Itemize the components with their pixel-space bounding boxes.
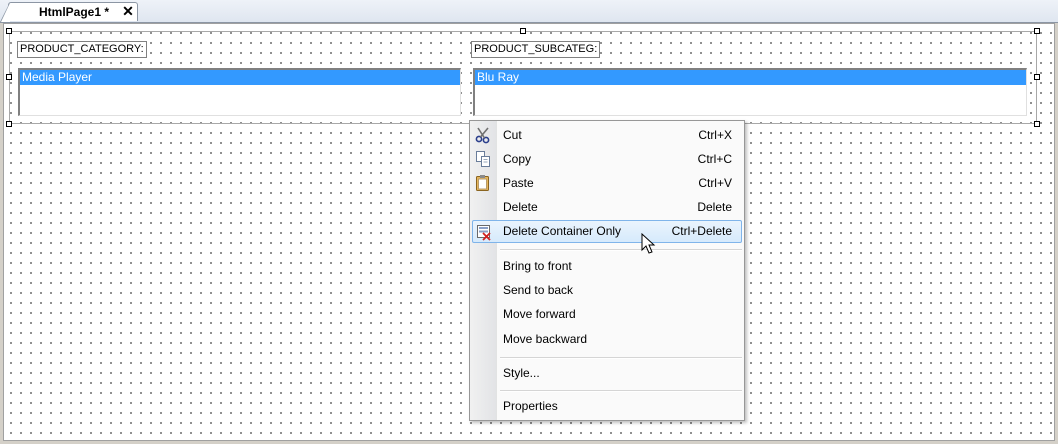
menu-item-delete[interactable]: Delete Delete <box>472 196 742 219</box>
resize-handle-bottom-left[interactable] <box>6 121 12 127</box>
menu-item-style[interactable]: Style... <box>472 362 742 385</box>
menu-item-cut[interactable]: Cut Ctrl+X <box>472 124 742 147</box>
menu-item-paste[interactable]: Paste Ctrl+V <box>472 172 742 195</box>
product-subcategory-listbox[interactable]: Blu Ray <box>473 68 1027 116</box>
menu-item-label: Properties <box>503 399 558 413</box>
menu-item-shortcut: Ctrl+Delete <box>671 224 732 238</box>
menu-item-label: Delete <box>503 200 538 214</box>
menu-item-shortcut: Ctrl+X <box>698 128 732 142</box>
menu-item-label: Style... <box>503 366 540 380</box>
close-icon[interactable]: ✕ <box>122 4 134 19</box>
copy-icon <box>476 151 490 167</box>
menu-item-label: Copy <box>503 152 532 166</box>
mouse-pointer-icon <box>641 233 656 254</box>
menu-item-delete-container-only[interactable]: Delete Container Only Ctrl+Delete <box>472 220 742 243</box>
menu-item-label: Move backward <box>503 332 588 346</box>
product-category-listbox[interactable]: Media Player <box>18 68 461 116</box>
resize-handle-bottom-right[interactable] <box>1034 121 1040 127</box>
document-tab-strip: HtmlPage1 * ✕ <box>0 0 1058 23</box>
menu-item-properties[interactable]: Properties <box>472 395 742 418</box>
menu-separator <box>500 249 742 251</box>
list-item[interactable]: Blu Ray <box>475 70 1026 85</box>
delete-container-icon <box>477 225 491 241</box>
menu-item-label: Paste <box>503 176 534 190</box>
menu-item-label: Cut <box>503 128 522 142</box>
tab-htmlpage1[interactable]: HtmlPage1 * ✕ <box>0 2 138 22</box>
menu-item-shortcut: Delete <box>697 200 732 214</box>
menu-item-shortcut: Ctrl+C <box>697 152 732 166</box>
menu-item-shortcut: Ctrl+V <box>698 176 732 190</box>
menu-item-move-forward[interactable]: Move forward <box>472 303 742 326</box>
resize-handle-top-left[interactable] <box>6 28 12 34</box>
menu-item-label: Bring to front <box>503 259 572 273</box>
resize-handle-middle-left[interactable] <box>6 74 12 80</box>
menu-separator <box>500 357 742 359</box>
menu-item-label: Delete Container Only <box>503 224 622 238</box>
menu-item-send-to-back[interactable]: Send to back <box>472 279 742 302</box>
scissors-icon <box>475 127 490 144</box>
clipboard-icon <box>476 175 489 191</box>
resize-handle-top-center[interactable] <box>520 28 526 34</box>
list-item[interactable]: Media Player <box>20 70 460 85</box>
menu-item-label: Send to back <box>503 283 574 297</box>
resize-handle-top-right[interactable] <box>1034 28 1040 34</box>
context-menu: Cut Ctrl+X Copy Ctrl+C Paste Ctrl+V Dele… <box>469 120 745 421</box>
menu-item-label: Move forward <box>503 307 576 321</box>
menu-separator <box>500 390 742 392</box>
product-category-label: PRODUCT_CATEGORY: <box>17 41 147 58</box>
resize-handle-middle-right[interactable] <box>1034 74 1040 80</box>
tab-label: HtmlPage1 * <box>39 5 110 19</box>
menu-item-bring-to-front[interactable]: Bring to front <box>472 255 742 278</box>
menu-item-move-backward[interactable]: Move backward <box>472 328 742 351</box>
product-subcategory-label: PRODUCT_SUBCATEG: <box>471 41 601 58</box>
menu-item-copy[interactable]: Copy Ctrl+C <box>472 148 742 171</box>
